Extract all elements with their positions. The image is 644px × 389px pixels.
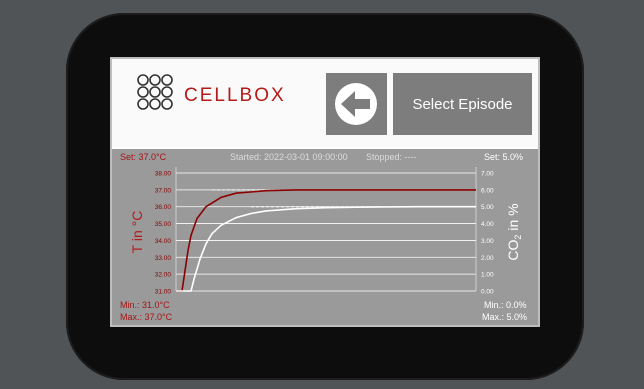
temp-max-label: Max.: 37.0°C — [120, 312, 173, 322]
left-tick-label: 31.00 — [155, 289, 172, 296]
back-button[interactable] — [326, 73, 387, 135]
right-tick-label: 5.00 — [481, 204, 494, 211]
right-tick-label: 7.00 — [481, 171, 494, 178]
right-tick-label: 2.00 — [481, 255, 494, 262]
chart-panel: 38.00 7.00 37.00 6.00 36.00 5.00 35.00 4.00 34.0… — [112, 149, 538, 325]
left-tick-label: 34.00 — [155, 238, 172, 245]
temp-setpoint-label: Set: 37.0°C — [120, 152, 167, 162]
right-tick-label: 0.00 — [481, 289, 494, 296]
right-tick-label: 6.00 — [481, 187, 494, 194]
left-tick-label: 35.00 — [155, 221, 172, 228]
temp-min-label: Min.: 31.0°C — [120, 300, 170, 310]
right-tick-label: 1.00 — [481, 272, 494, 279]
left-tick-label: 37.00 — [155, 187, 172, 194]
arrow-left-icon — [335, 83, 377, 125]
left-tick-label: 33.00 — [155, 255, 172, 262]
cellbox-logo-icon — [137, 74, 173, 110]
brand-name: CELLBOX — [184, 85, 286, 106]
co2-min-label: Min.: 0.0% — [484, 300, 527, 310]
left-tick-label: 36.00 — [155, 204, 172, 211]
co2-setpoint-label: Set: 5.0% — [484, 152, 524, 162]
right-axis-title: CO2 in % — [505, 203, 523, 260]
touch-screen: CELLBOX Select Episode 38.00 7.00 37.00 6.0… — [110, 57, 540, 327]
right-tick-label: 4.00 — [481, 221, 494, 228]
left-tick-label: 32.00 — [155, 272, 172, 279]
co2-max-label: Max.: 5.0% — [482, 312, 528, 322]
left-axis-title: T in °C — [129, 211, 145, 254]
right-tick-label: 3.00 — [481, 238, 494, 245]
header: CELLBOX Select Episode — [112, 59, 538, 147]
started-label: Started: 2022-03-01 09:00:00 — [230, 152, 348, 162]
temperature-co2-chart: 38.00 7.00 37.00 6.00 36.00 5.00 35.00 4.00 34.0… — [129, 167, 523, 296]
stopped-label: Stopped: ---- — [366, 152, 417, 162]
left-tick-label: 38.00 — [155, 171, 172, 178]
select-episode-button[interactable]: Select Episode — [393, 73, 532, 135]
